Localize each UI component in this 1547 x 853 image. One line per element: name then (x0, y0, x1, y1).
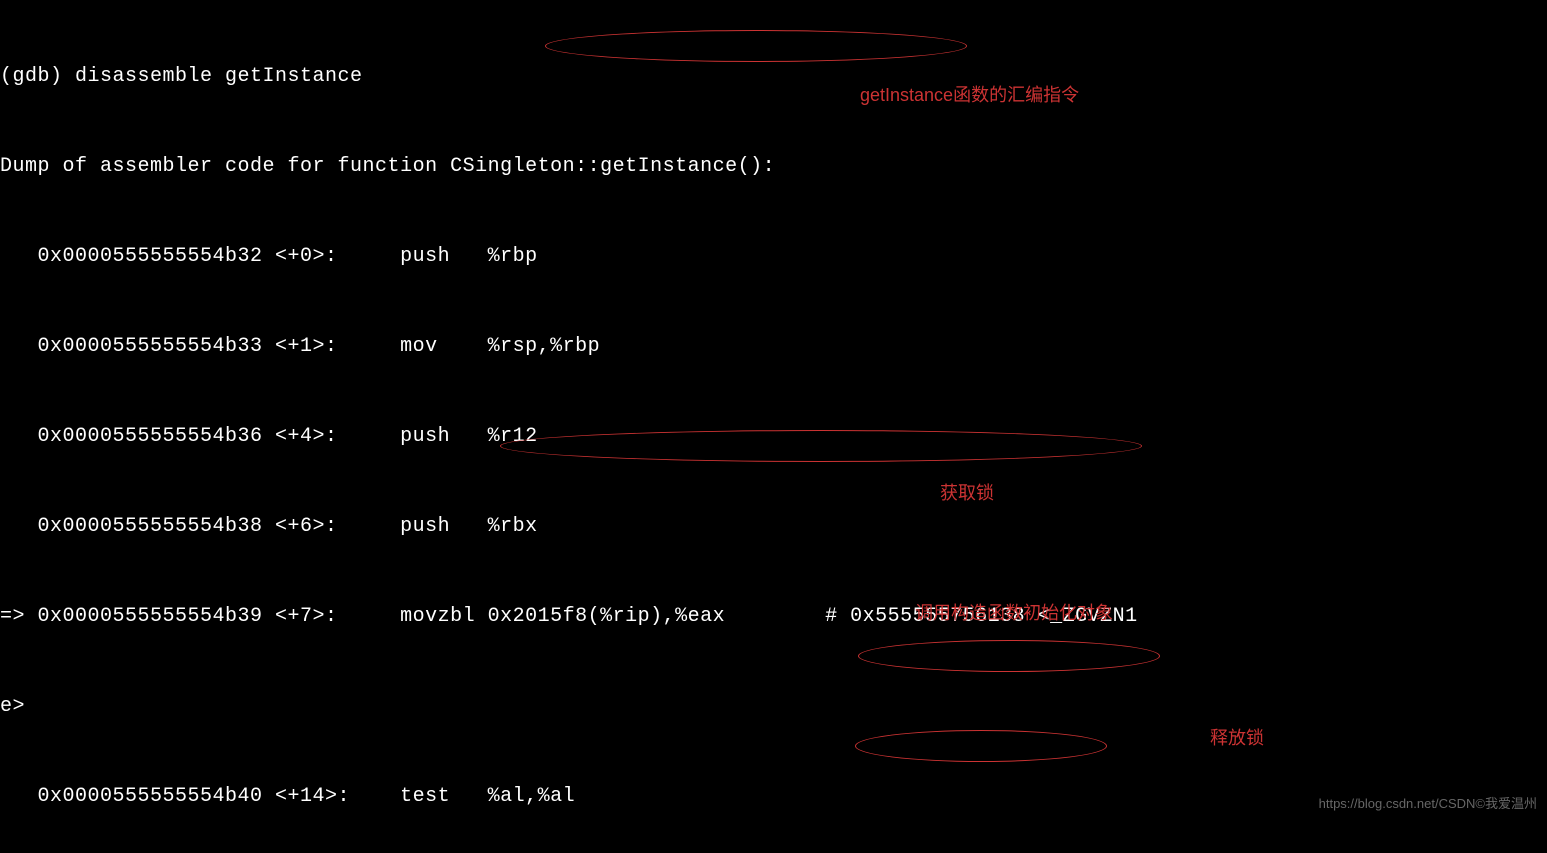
annotation-asm-instructions: getInstance函数的汇编指令 (860, 82, 1079, 109)
annotation-acquire-lock: 获取锁 (940, 480, 994, 507)
asm-line: e> (0, 692, 1547, 722)
watermark-text: https://blog.csdn.net/CSDN©我爱温州 (1319, 794, 1537, 814)
terminal-output[interactable]: (gdb) disassemble getInstance Dump of as… (0, 0, 1547, 853)
asm-line: 0x0000555555554b32 <+0>: push %rbp (0, 242, 1547, 272)
asm-line: 0x0000555555554b38 <+6>: push %rbx (0, 512, 1547, 542)
dump-header: Dump of assembler code for function CSin… (0, 152, 1547, 182)
annotation-ctor-init: 调用构造函数初始化对象 (915, 600, 1113, 627)
asm-line: 0x0000555555554b33 <+1>: mov %rsp,%rbp (0, 332, 1547, 362)
asm-line: 0x0000555555554b36 <+4>: push %r12 (0, 422, 1547, 452)
asm-line-current: => 0x0000555555554b39 <+7>: movzbl 0x201… (0, 602, 1547, 632)
asm-line: 0x0000555555554b40 <+14>: test %al,%al (0, 782, 1547, 812)
annotation-release-lock: 释放锁 (1210, 725, 1264, 752)
gdb-prompt: (gdb) disassemble getInstance (0, 62, 1547, 92)
